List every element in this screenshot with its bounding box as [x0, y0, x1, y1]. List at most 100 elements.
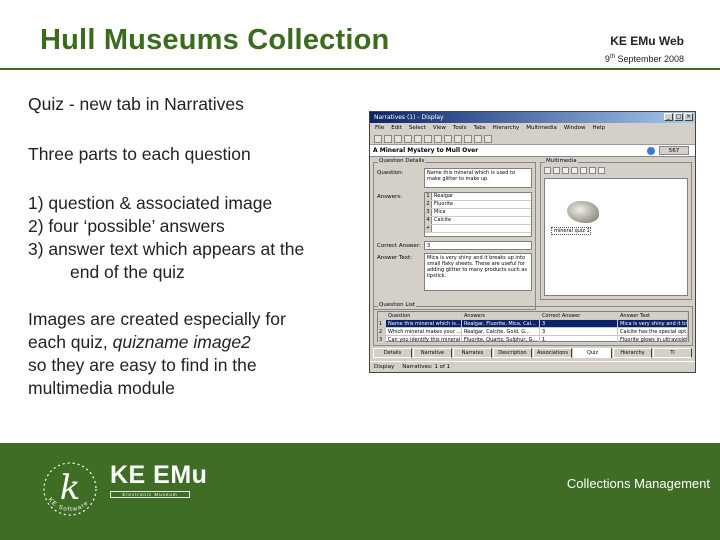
slide-subheading: Three parts to each question — [28, 144, 251, 164]
multimedia-legend: Multimedia — [545, 158, 578, 164]
menu-view[interactable]: View — [433, 123, 446, 133]
menu-bar: File Edit Select View Tools Tabs Hierarc… — [370, 123, 695, 133]
header-meta: KE EMu Web 9th September 2008 — [605, 34, 684, 64]
mineral-thumbnail[interactable] — [567, 201, 599, 223]
logo-tagline: Electronic Museum — [110, 491, 190, 498]
prev-media-icon[interactable] — [580, 167, 587, 174]
tab-details[interactable]: Details — [373, 348, 412, 358]
answer-text: Mica — [434, 209, 446, 215]
first-media-icon[interactable] — [571, 167, 578, 174]
tab-quiz[interactable]: Quiz — [573, 348, 612, 358]
cell-question: Can you identify this mineral... — [388, 336, 462, 343]
column-header-answer-text[interactable]: Answer Text — [618, 312, 688, 319]
toolbar — [370, 133, 695, 145]
correct-answer-field[interactable]: 3 — [424, 241, 532, 250]
images-paragraph: Images are created especially for each q… — [28, 308, 286, 400]
answer-row[interactable]: 1 Realgar — [425, 193, 531, 201]
question-list-legend: Question List — [378, 302, 416, 308]
page-title: Hull Museums Collection — [40, 24, 390, 56]
answer-text-field[interactable]: Mica is very shiny and it breaks up into… — [424, 253, 532, 291]
question-field[interactable]: Name this mineral which is used to make … — [424, 168, 532, 188]
view-media-icon[interactable] — [562, 167, 569, 174]
logo-name: KE EMu — [110, 461, 208, 489]
row-number: 1 — [378, 320, 386, 327]
prev-record-icon[interactable] — [464, 135, 472, 143]
add-media-icon[interactable] — [544, 167, 551, 174]
tab-description[interactable]: Description — [493, 348, 532, 358]
question-grid: Question Answers Correct Answer Answer T… — [377, 311, 689, 344]
question-label: Question: — [377, 170, 404, 176]
menu-window[interactable]: Window — [564, 123, 586, 133]
multimedia-viewer[interactable]: mineral quiz 1 — [544, 178, 688, 296]
remove-media-icon[interactable] — [553, 167, 560, 174]
answer-text: Realgar — [434, 193, 454, 199]
menu-multimedia[interactable]: Multimedia — [526, 123, 557, 133]
column-header-correct-answer[interactable]: Correct Answer — [540, 312, 618, 319]
footer-band — [0, 443, 720, 540]
tab-associations[interactable]: Associations — [533, 348, 572, 358]
cell-answers: Fluorite, Quartz, Sulphur, G... — [462, 336, 540, 343]
answers-list[interactable]: 1 Realgar 2 Fluorite 3 Mica 4 Calcite + — [424, 192, 532, 237]
row-number: 2 — [378, 328, 386, 335]
column-header-question[interactable]: Question — [386, 312, 462, 319]
last-record-icon[interactable] — [484, 135, 492, 143]
maximize-button[interactable]: □ — [674, 113, 683, 121]
answer-row[interactable]: 3 Mica — [425, 209, 531, 217]
answer-row[interactable]: 4 Calcite — [425, 217, 531, 225]
list-item: 2) four ‘possible’ answers — [28, 216, 225, 236]
row-number: 3 — [378, 336, 386, 343]
status-bar: Display Narratives: 1 of 1 — [370, 361, 695, 372]
print-icon[interactable] — [404, 135, 412, 143]
menu-tabs[interactable]: Tabs — [473, 123, 485, 133]
answer-row-empty[interactable]: + — [425, 225, 531, 233]
tab-hierarchy[interactable]: Hierarchy — [613, 348, 652, 358]
open-icon[interactable] — [384, 135, 392, 143]
menu-edit[interactable]: Edit — [391, 123, 402, 133]
menu-tools[interactable]: Tools — [453, 123, 467, 133]
cut-icon[interactable] — [414, 135, 422, 143]
tab-narrative[interactable]: Narrative — [413, 348, 452, 358]
minimize-button[interactable]: _ — [664, 113, 673, 121]
answer-text-label: Answer Text: — [377, 255, 412, 261]
list-item: 1) question & associated image — [28, 193, 273, 213]
next-record-icon[interactable] — [474, 135, 482, 143]
menu-hierarchy[interactable]: Hierarchy — [493, 123, 520, 133]
record-bar: A Mineral Mystery to Mull Over 567 — [370, 145, 695, 157]
brand-label: KE EMu Web — [610, 34, 684, 48]
window-titlebar: Narratives (1) - Display _ □ × — [370, 112, 695, 123]
table-row[interactable]: 3 Can you identify this mineral... Fluor… — [378, 336, 688, 344]
multimedia-caption: mineral quiz 1 — [551, 227, 591, 235]
save-icon[interactable] — [394, 135, 402, 143]
copy-icon[interactable] — [424, 135, 432, 143]
tab-narrates[interactable]: Narrates — [453, 348, 492, 358]
table-row[interactable]: 2 Which mineral makes your ... Realgar, … — [378, 328, 688, 336]
table-row[interactable]: 1 Name this mineral which is... Realgar,… — [378, 320, 688, 328]
answer-text: Fluorite — [434, 201, 453, 207]
answer-row[interactable]: 2 Fluorite — [425, 201, 531, 209]
last-media-icon[interactable] — [598, 167, 605, 174]
menu-select[interactable]: Select — [409, 123, 426, 133]
next-media-icon[interactable] — [589, 167, 596, 174]
header-divider — [0, 68, 720, 70]
new-record-icon[interactable] — [374, 135, 382, 143]
column-header-answers[interactable]: Answers — [462, 312, 540, 319]
date-label: 9th September 2008 — [605, 54, 684, 64]
tab-truncated[interactable]: Ti — [653, 348, 692, 358]
paste-icon[interactable] — [434, 135, 442, 143]
cell-question: Which mineral makes your ... — [388, 328, 462, 335]
paragraph-line: each quiz, quizname image2 — [28, 331, 286, 354]
question-details-legend: Question Details — [378, 158, 426, 164]
section-label: Collections Management — [566, 476, 710, 491]
logo-letter: k — [60, 468, 81, 508]
search-icon[interactable] — [444, 135, 452, 143]
menu-file[interactable]: File — [375, 123, 384, 133]
menu-help[interactable]: Help — [593, 123, 606, 133]
cell-correct: 3 — [540, 328, 618, 335]
cell-question: Name this mineral which is... — [388, 320, 462, 327]
multimedia-toolbar — [544, 167, 688, 176]
close-button[interactable]: × — [684, 113, 693, 121]
record-number: 567 — [659, 146, 689, 155]
cell-answers: Realgar, Calcite, Gold, G... — [462, 328, 540, 335]
first-record-icon[interactable] — [454, 135, 462, 143]
answers-label: Answers: — [377, 194, 402, 200]
